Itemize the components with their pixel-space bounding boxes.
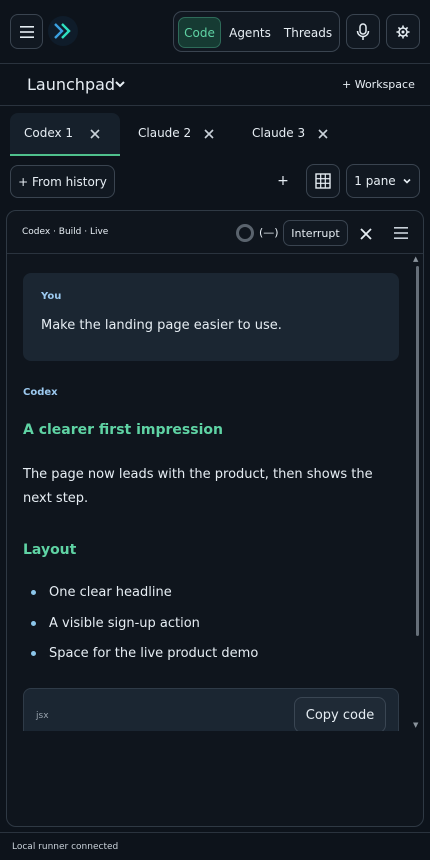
- scroll-down-arrow[interactable]: ▼: [413, 721, 421, 729]
- add-pane-button[interactable]: +: [276, 172, 290, 190]
- grid-layout-button[interactable]: [306, 164, 340, 198]
- settings-button[interactable]: [386, 14, 420, 49]
- close-icon[interactable]: [88, 127, 102, 141]
- view-switcher: Code Agents Threads: [173, 11, 340, 52]
- tab-label: Claude 3: [252, 126, 306, 140]
- top-bar: Code Agents Threads: [0, 0, 430, 64]
- add-workspace-button[interactable]: + Workspace: [342, 78, 415, 91]
- close-icon[interactable]: [359, 227, 373, 241]
- menu-icon[interactable]: [394, 226, 408, 240]
- user-role-label: You: [41, 291, 62, 302]
- tab-claude-2[interactable]: Claude 2: [124, 113, 234, 156]
- code-block: jsx Copy code: [23, 688, 399, 731]
- chevron-down-icon[interactable]: [114, 78, 126, 90]
- bullet-dot: [31, 590, 36, 595]
- session-tabs: Codex 1 Claude 2 Claude 3: [0, 107, 430, 157]
- code-language-label: jsx: [36, 711, 49, 721]
- close-icon[interactable]: [316, 127, 330, 141]
- tab-label: Codex 1: [24, 126, 74, 140]
- pane-title: Codex · Build · Live: [22, 227, 109, 237]
- microphone-button[interactable]: [346, 14, 380, 49]
- bullet-dot: [31, 621, 36, 626]
- logo-icon: [48, 16, 78, 46]
- conversation-scroll[interactable]: You Make the landing page easier to use.…: [7, 255, 423, 731]
- scrollbar-thumb[interactable]: [416, 266, 419, 636]
- gear-icon: [396, 25, 410, 38]
- pane-header: Codex · Build · Live (—) Interrupt: [7, 211, 423, 254]
- scroll-up-arrow[interactable]: ▲: [413, 255, 421, 263]
- assistant-role-label: Codex: [23, 387, 58, 398]
- response-heading: A clearer first impression: [23, 422, 223, 438]
- response-paragraph: The page now leads with the product, the…: [23, 467, 373, 506]
- pane-count-value: 1 pane: [354, 174, 396, 188]
- tab-code[interactable]: Code: [178, 17, 221, 48]
- chevron-down-icon: [403, 178, 411, 184]
- response-subheading: Layout: [23, 542, 77, 558]
- microphone-icon: [356, 22, 370, 40]
- menu-button[interactable]: [10, 14, 43, 49]
- agent-pane: Codex · Build · Live (—) Interrupt You M…: [6, 210, 424, 827]
- spinner-icon: [236, 224, 254, 242]
- pane-count-select[interactable]: 1 pane: [346, 164, 420, 198]
- connection-status: Local runner connected: [12, 842, 119, 852]
- grid-icon: [315, 173, 331, 189]
- list-item: Space for the live product demo: [49, 646, 259, 661]
- list-item: One clear headline: [49, 585, 172, 600]
- tab-agents[interactable]: Agents: [226, 17, 274, 48]
- tab-claude-3[interactable]: Claude 3: [238, 113, 348, 156]
- from-history-button[interactable]: + From history: [10, 165, 115, 198]
- close-icon[interactable]: [202, 127, 216, 141]
- status-indicator: (—): [259, 226, 279, 239]
- user-message: You Make the landing page easier to use.: [23, 273, 399, 361]
- status-bar: Local runner connected: [0, 832, 430, 860]
- hamburger-icon: [19, 25, 34, 38]
- tab-threads[interactable]: Threads: [280, 17, 336, 48]
- workspace-row: Launchpad + Workspace: [0, 65, 430, 106]
- workspace-selector[interactable]: Launchpad: [27, 75, 115, 94]
- tab-label: Claude 2: [138, 126, 192, 140]
- copy-code-button[interactable]: Copy code: [294, 697, 386, 731]
- bullet-dot: [31, 651, 36, 656]
- user-message-text: Make the landing page easier to use.: [41, 318, 282, 333]
- interrupt-button[interactable]: Interrupt: [283, 220, 348, 246]
- tab-codex-1[interactable]: Codex 1: [10, 113, 120, 156]
- list-item: A visible sign-up action: [49, 616, 200, 631]
